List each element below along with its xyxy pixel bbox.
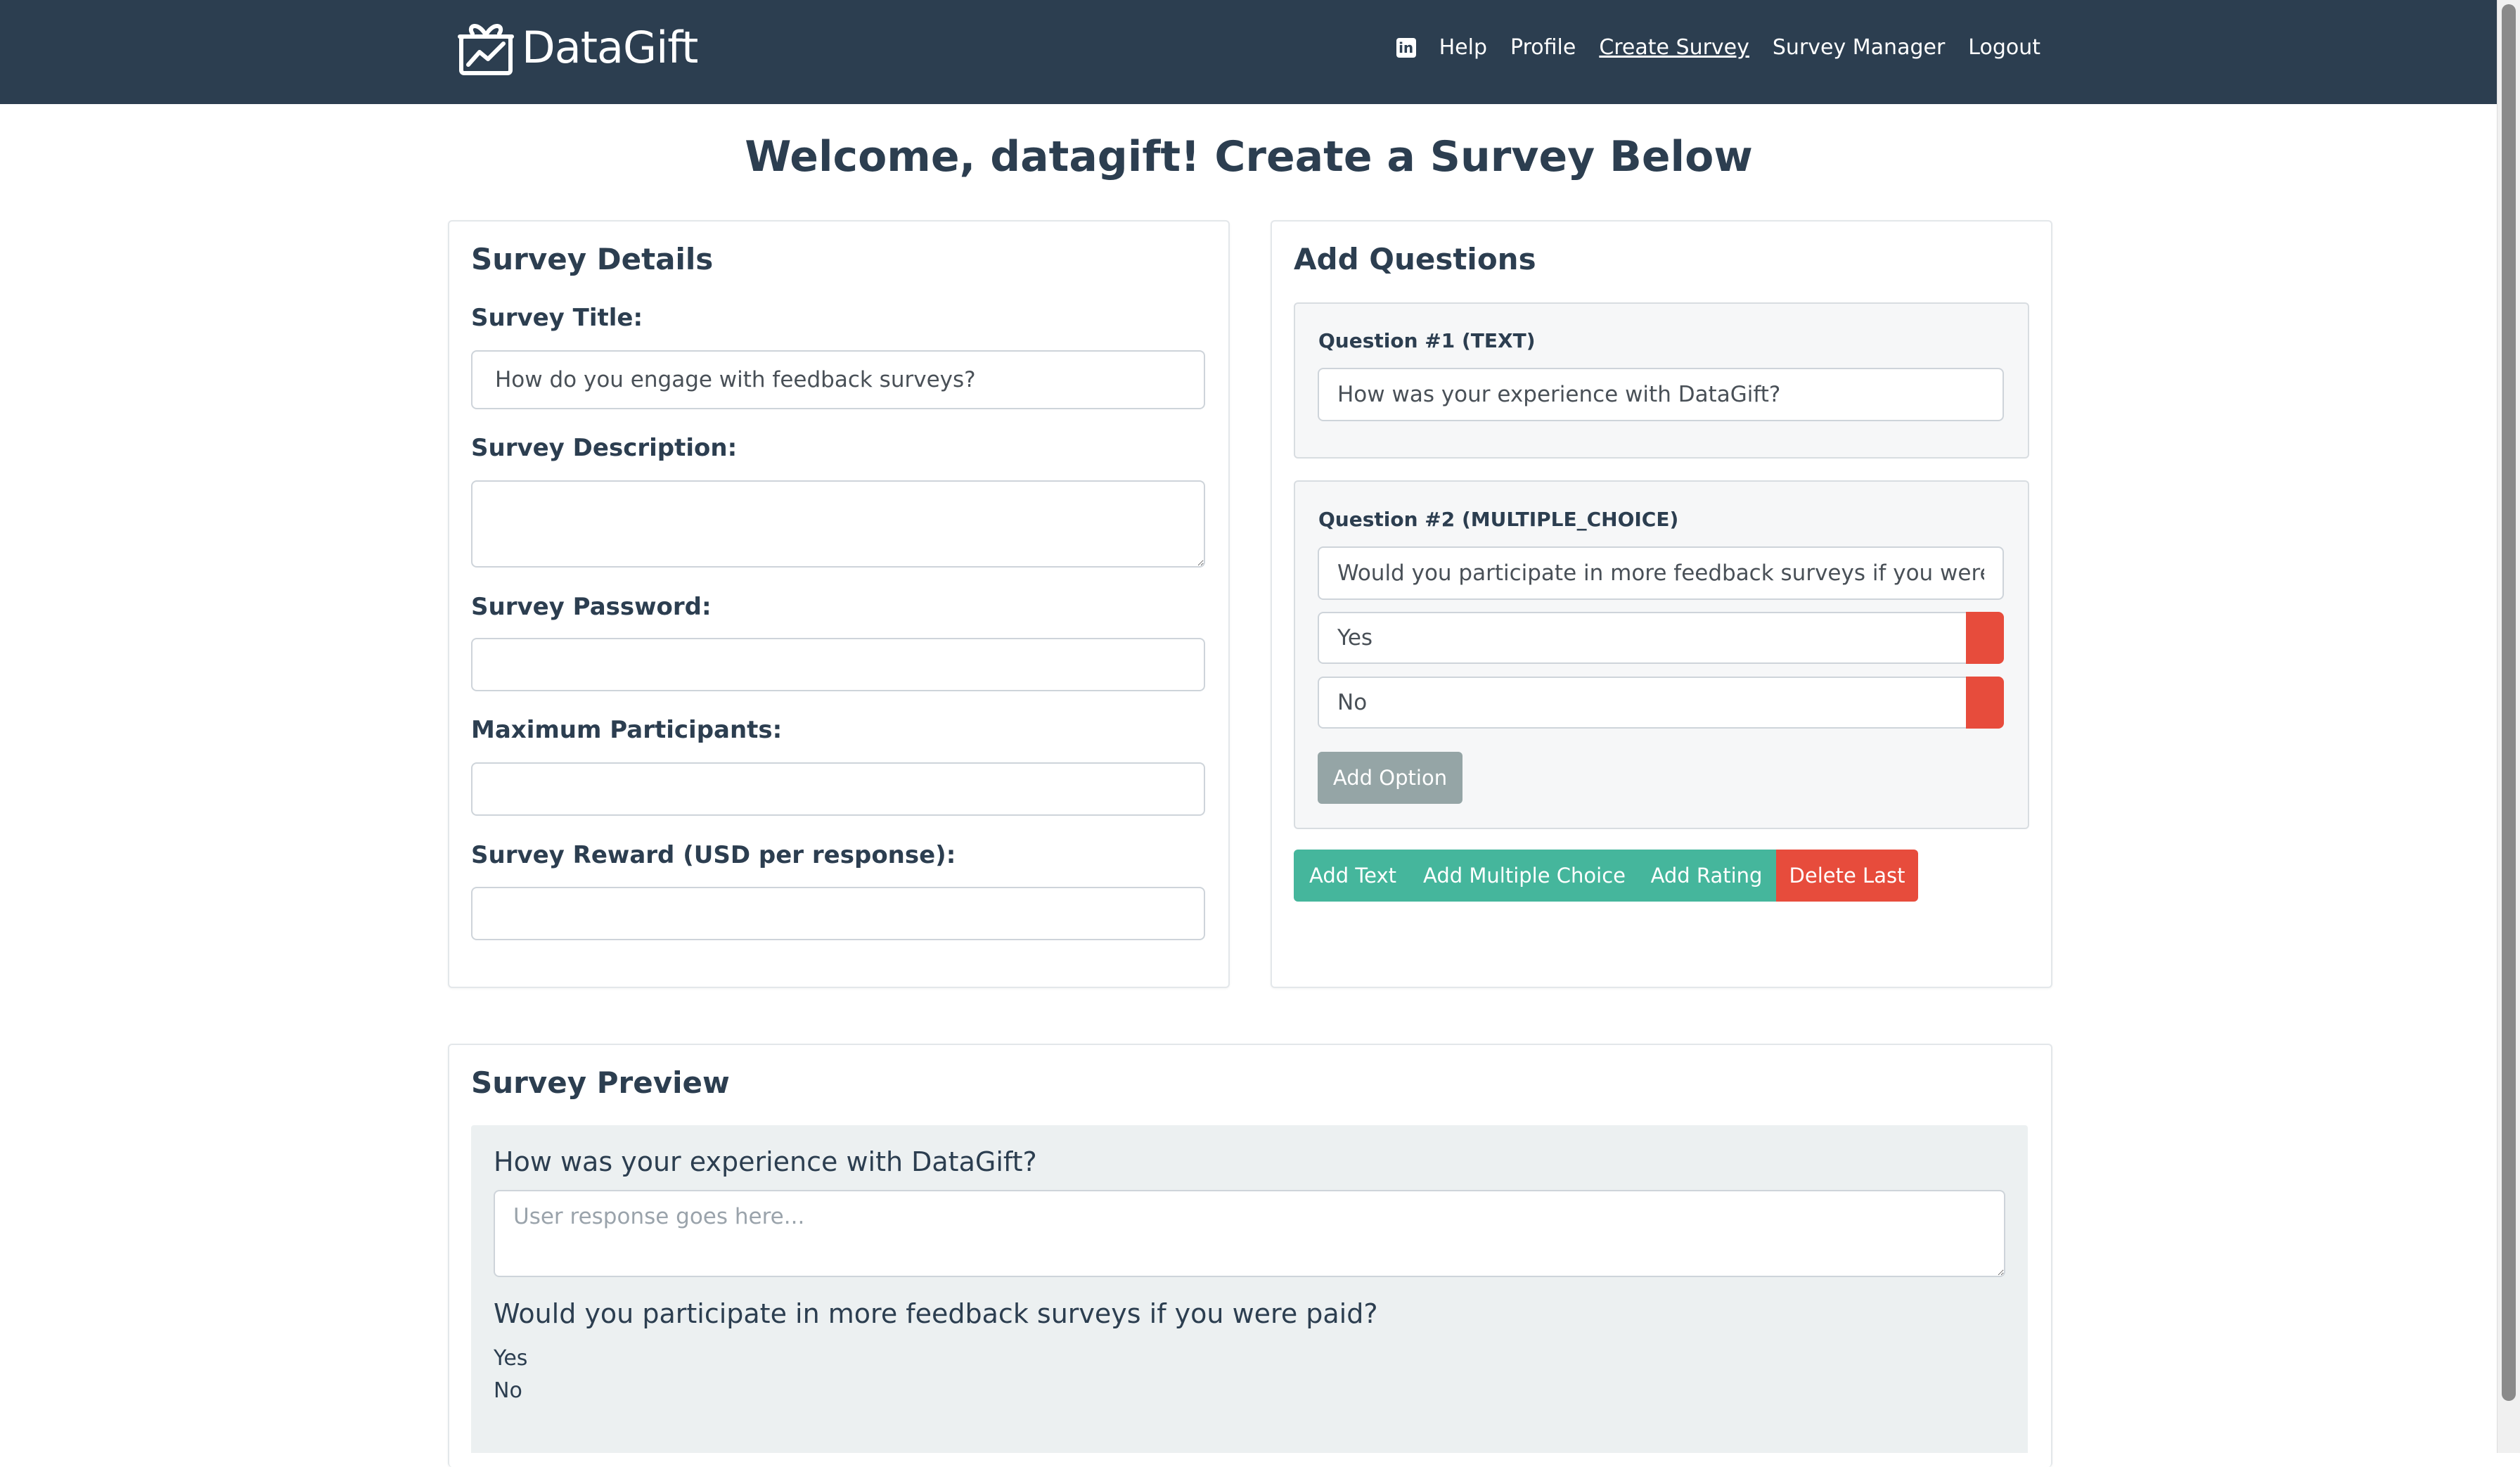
option-2-delete-button[interactable] [1966, 677, 2004, 729]
preview-option-no[interactable]: No [494, 1378, 522, 1403]
navbar: DataGift in Help Profile Create Survey S… [0, 0, 2520, 104]
nav-profile[interactable]: Profile [1510, 31, 1576, 65]
max-participants-input[interactable] [471, 762, 1205, 816]
brand-logo[interactable]: DataGift [457, 18, 698, 77]
preview-question-1: How was your experience with DataGift? [494, 1146, 1037, 1177]
option-1-delete-button[interactable] [1966, 612, 2004, 664]
survey-details-heading: Survey Details [471, 242, 714, 276]
survey-password-label: Survey Password: [471, 593, 712, 621]
nav-help[interactable]: Help [1439, 31, 1487, 65]
nav-survey-manager[interactable]: Survey Manager [1773, 31, 1945, 65]
question-1-label: Question #1 (TEXT) [1318, 329, 1536, 352]
survey-password-input[interactable] [471, 638, 1205, 691]
survey-reward-input[interactable] [471, 887, 1205, 940]
option-2-input[interactable] [1318, 677, 1967, 729]
nav-create-survey[interactable]: Create Survey [1599, 31, 1749, 65]
scrollbar-thumb[interactable] [2502, 4, 2516, 1401]
question-2-label: Question #2 (MULTIPLE_CHOICE) [1318, 508, 1679, 531]
add-multiple-choice-button[interactable]: Add Multiple Choice [1412, 850, 1637, 902]
gift-chart-icon [458, 24, 514, 75]
add-text-button[interactable]: Add Text [1294, 850, 1412, 902]
survey-preview-heading: Survey Preview [471, 1065, 730, 1100]
option-1-input[interactable] [1318, 612, 1967, 664]
question-1-input[interactable] [1318, 368, 2004, 421]
preview-option-yes[interactable]: Yes [494, 1346, 527, 1371]
nav-logout[interactable]: Logout [1968, 31, 2040, 65]
survey-title-input[interactable] [471, 350, 1205, 409]
delete-last-button[interactable]: Delete Last [1776, 850, 1918, 902]
survey-description-label: Survey Description: [471, 434, 738, 462]
brand-name: DataGift [522, 22, 698, 73]
survey-description-input[interactable] [471, 480, 1205, 568]
survey-reward-label: Survey Reward (USD per response): [471, 841, 956, 869]
survey-title-label: Survey Title: [471, 304, 643, 332]
linkedin-icon[interactable]: in [1396, 38, 1416, 58]
preview-question-2: Would you participate in more feedback s… [494, 1298, 1378, 1329]
nav-menu: in Help Profile Create Survey Survey Man… [1396, 31, 2040, 65]
add-questions-heading: Add Questions [1294, 242, 1536, 276]
preview-response-input[interactable] [494, 1190, 2005, 1277]
add-option-button[interactable]: Add Option [1318, 752, 1462, 804]
max-participants-label: Maximum Participants: [471, 716, 783, 744]
add-rating-button[interactable]: Add Rating [1637, 850, 1776, 902]
page-title: Welcome, datagift! Create a Survey Below [745, 132, 1753, 181]
question-2-input[interactable] [1318, 546, 2004, 600]
page-scrollbar[interactable] [2497, 0, 2520, 1453]
